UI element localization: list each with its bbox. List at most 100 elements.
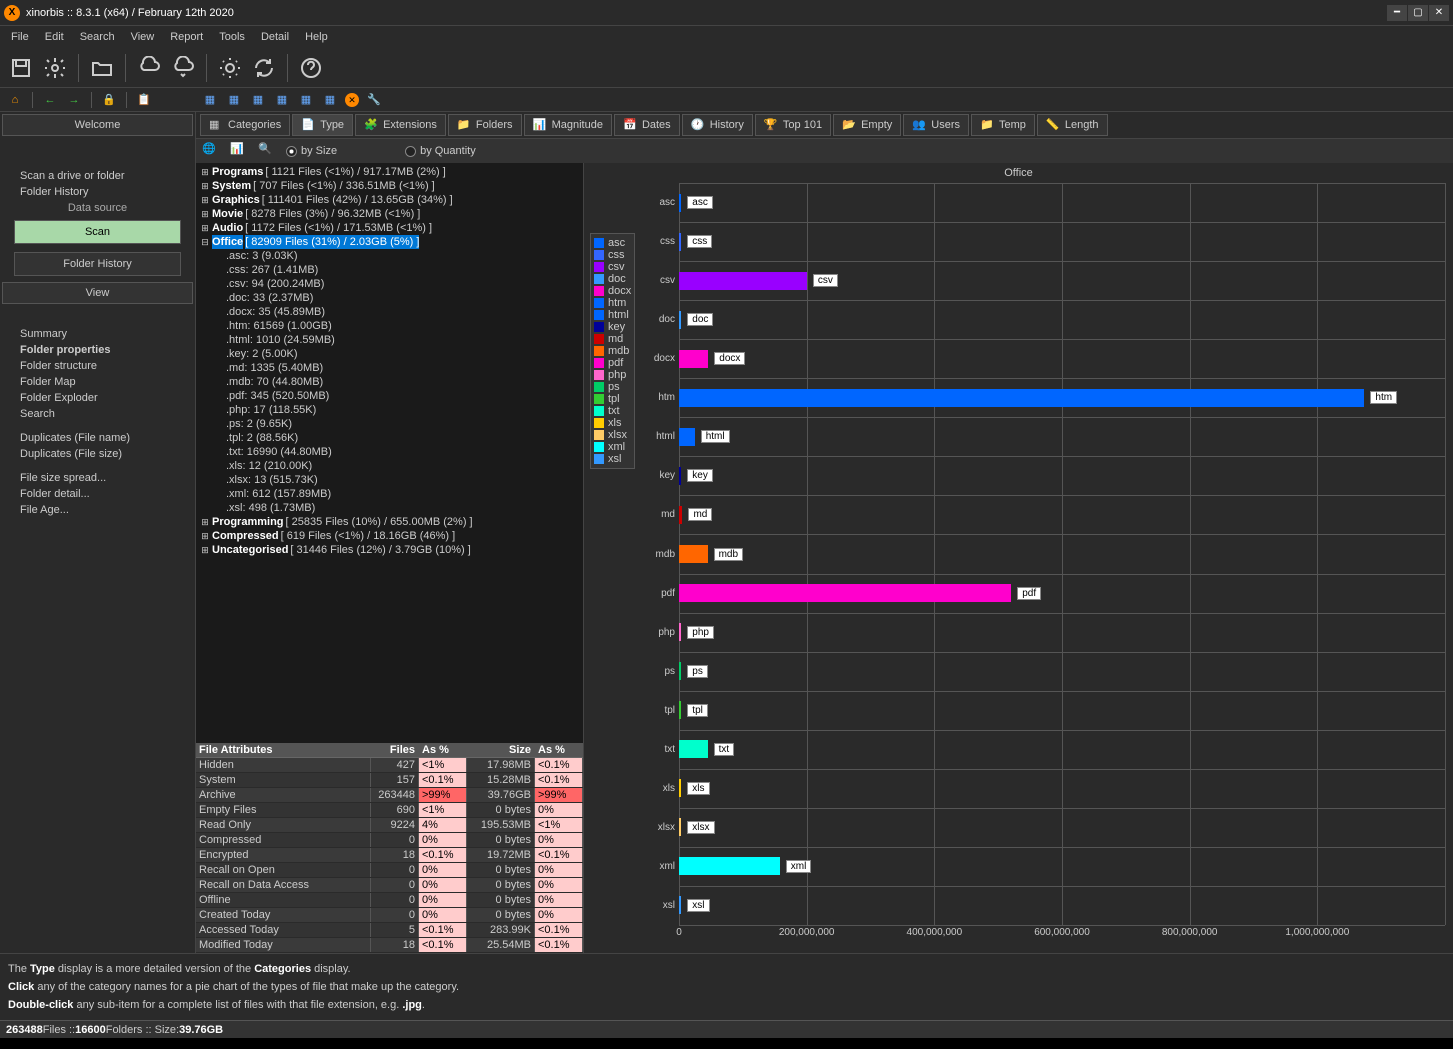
report-icon-1[interactable]: ▦ — [201, 91, 219, 109]
report-icon-4[interactable]: ▦ — [273, 91, 291, 109]
table-row[interactable]: Encrypted18<0.1%19.72MB<0.1% — [196, 848, 583, 863]
scan-button[interactable]: Scan — [14, 220, 181, 244]
tab-temp[interactable]: 📁Temp — [971, 114, 1035, 136]
chart-bar[interactable]: psps — [679, 661, 1445, 681]
menu-edit[interactable]: Edit — [38, 29, 71, 45]
nav-dup-size[interactable]: Duplicates (File size) — [0, 446, 195, 462]
refresh-icon[interactable] — [249, 53, 279, 83]
tab-categories[interactable]: ▦Categories — [200, 114, 290, 136]
chart-bar[interactable]: xlsxls — [679, 778, 1445, 798]
tree-item[interactable]: .php: 17 (118.55K) — [200, 403, 579, 417]
tree-item[interactable]: .xsl: 498 (1.73MB) — [200, 501, 579, 515]
nav-folder-structure[interactable]: Folder structure — [0, 358, 195, 374]
table-row[interactable]: Empty Files690<1%0 bytes0% — [196, 803, 583, 818]
report-icon-5[interactable]: ▦ — [297, 91, 315, 109]
chart-bar[interactable]: ascasc — [679, 193, 1445, 213]
tab-length[interactable]: 📏Length — [1037, 114, 1108, 136]
expand-icon[interactable]: ⊞ — [200, 529, 210, 543]
expand-icon[interactable]: ⊞ — [200, 543, 210, 557]
collapse-icon[interactable]: ⊟ — [200, 235, 210, 249]
nav-folder-exploder[interactable]: Folder Exploder — [0, 390, 195, 406]
table-row[interactable]: Compressed00%0 bytes0% — [196, 833, 583, 848]
nav-folder-properties[interactable]: Folder properties — [0, 342, 195, 358]
tree-item[interactable]: .csv: 94 (200.24MB) — [200, 277, 579, 291]
tree-item[interactable]: .css: 267 (1.41MB) — [200, 263, 579, 277]
clipboard-icon[interactable]: 📋 — [135, 91, 153, 109]
chart-bar[interactable]: xlsxxlsx — [679, 817, 1445, 837]
chart-bar[interactable]: csvcsv — [679, 271, 1445, 291]
tree-item[interactable]: .txt: 16990 (44.80MB) — [200, 445, 579, 459]
menu-search[interactable]: Search — [73, 29, 122, 45]
expand-icon[interactable]: ⊞ — [200, 221, 210, 235]
folder-open-icon[interactable] — [87, 53, 117, 83]
nav-size-spread[interactable]: File size spread... — [0, 470, 195, 486]
table-row[interactable]: Read Only92244%195.53MB<1% — [196, 818, 583, 833]
folder-history-button[interactable]: Folder History — [14, 252, 181, 276]
chart-bar[interactable]: mdmd — [679, 505, 1445, 525]
tab-history[interactable]: 🕐History — [682, 114, 753, 136]
expand-icon[interactable]: ⊞ — [200, 207, 210, 221]
radio-by-quantity[interactable]: by Quantity — [405, 145, 476, 157]
report-icon-3[interactable]: ▦ — [249, 91, 267, 109]
gear-icon[interactable] — [40, 53, 70, 83]
menu-report[interactable]: Report — [163, 29, 210, 45]
radio-by-size[interactable]: by Size — [286, 145, 337, 157]
table-row[interactable]: Created Today00%0 bytes0% — [196, 908, 583, 923]
chart-bar[interactable]: htmlhtml — [679, 427, 1445, 447]
report-icon-6[interactable]: ▦ — [321, 91, 339, 109]
tree-item[interactable]: .xml: 612 (157.89MB) — [200, 487, 579, 501]
tree-category[interactable]: ⊞ Graphics [ 111401 Files (42%) / 13.65G… — [200, 193, 579, 207]
menu-help[interactable]: Help — [298, 29, 335, 45]
table-row[interactable]: Offline00%0 bytes0% — [196, 893, 583, 908]
menu-detail[interactable]: Detail — [254, 29, 296, 45]
nav-dup-name[interactable]: Duplicates (File name) — [0, 430, 195, 446]
menu-tools[interactable]: Tools — [212, 29, 252, 45]
expand-icon[interactable]: ⊞ — [200, 515, 210, 529]
home-icon[interactable]: ⌂ — [6, 91, 24, 109]
forward-icon[interactable]: → — [65, 91, 83, 109]
wrench-icon[interactable]: 🔧 — [365, 91, 383, 109]
tree-category[interactable]: ⊞ Programming [ 25835 Files (10%) / 655.… — [200, 515, 579, 529]
table-row[interactable]: Modified Today18<0.1%25.54MB<0.1% — [196, 938, 583, 953]
expand-icon[interactable]: ⊞ — [200, 165, 210, 179]
chart-bar[interactable]: tpltpl — [679, 700, 1445, 720]
scan-drive-link[interactable]: Scan a drive or folder — [0, 168, 195, 184]
chart-bar[interactable]: phpphp — [679, 622, 1445, 642]
nav-file-age[interactable]: File Age... — [0, 502, 195, 518]
tree-item[interactable]: .key: 2 (5.00K) — [200, 347, 579, 361]
tab-extensions[interactable]: 🧩Extensions — [355, 114, 446, 136]
tree-item[interactable]: .xls: 12 (210.00K) — [200, 459, 579, 473]
tab-dates[interactable]: 📅Dates — [614, 114, 680, 136]
nav-search[interactable]: Search — [0, 406, 195, 422]
report-icon-2[interactable]: ▦ — [225, 91, 243, 109]
tab-empty[interactable]: 📂Empty — [833, 114, 901, 136]
menu-view[interactable]: View — [124, 29, 162, 45]
chart-bar[interactable]: htmhtm — [679, 388, 1445, 408]
table-row[interactable]: Archive263448>99%39.76GB>99% — [196, 788, 583, 803]
tree-item[interactable]: .docx: 35 (45.89MB) — [200, 305, 579, 319]
chart-bar[interactable]: mdbmdb — [679, 544, 1445, 564]
tree-category[interactable]: ⊞ Programs [ 1121 Files (<1%) / 917.17MB… — [200, 165, 579, 179]
brightness-icon[interactable] — [215, 53, 245, 83]
tree-item[interactable]: .pdf: 345 (520.50MB) — [200, 389, 579, 403]
tree-item[interactable]: .html: 1010 (24.59MB) — [200, 333, 579, 347]
lock-icon[interactable]: 🔒 — [100, 91, 118, 109]
chart-bar[interactable]: xslxsl — [679, 895, 1445, 915]
tree-item[interactable]: .md: 1335 (5.40MB) — [200, 361, 579, 375]
tab-folders[interactable]: 📁Folders — [448, 114, 522, 136]
tab-magnitude[interactable]: 📊Magnitude — [524, 114, 612, 136]
chart-bar[interactable]: docxdocx — [679, 349, 1445, 369]
chart-bar[interactable]: xmlxml — [679, 856, 1445, 876]
tab-users[interactable]: 👥Users — [903, 114, 969, 136]
tree-category[interactable]: ⊟ Office [ 82909 Files (31%) / 2.03GB (5… — [200, 235, 579, 249]
close-x-icon[interactable]: ✕ — [345, 93, 359, 107]
tab-top-101[interactable]: 🏆Top 101 — [755, 114, 831, 136]
table-row[interactable]: System157<0.1%15.28MB<0.1% — [196, 773, 583, 788]
folder-history-link[interactable]: Folder History — [0, 184, 195, 200]
category-tree[interactable]: ⊞ Programs [ 1121 Files (<1%) / 917.17MB… — [196, 163, 583, 743]
save-icon[interactable] — [6, 53, 36, 83]
table-row[interactable]: Accessed Today5<0.1%283.99K<0.1% — [196, 923, 583, 938]
chart-bar[interactable]: pdfpdf — [679, 583, 1445, 603]
back-icon[interactable]: ← — [41, 91, 59, 109]
minimize-button[interactable]: ━ — [1387, 5, 1407, 21]
